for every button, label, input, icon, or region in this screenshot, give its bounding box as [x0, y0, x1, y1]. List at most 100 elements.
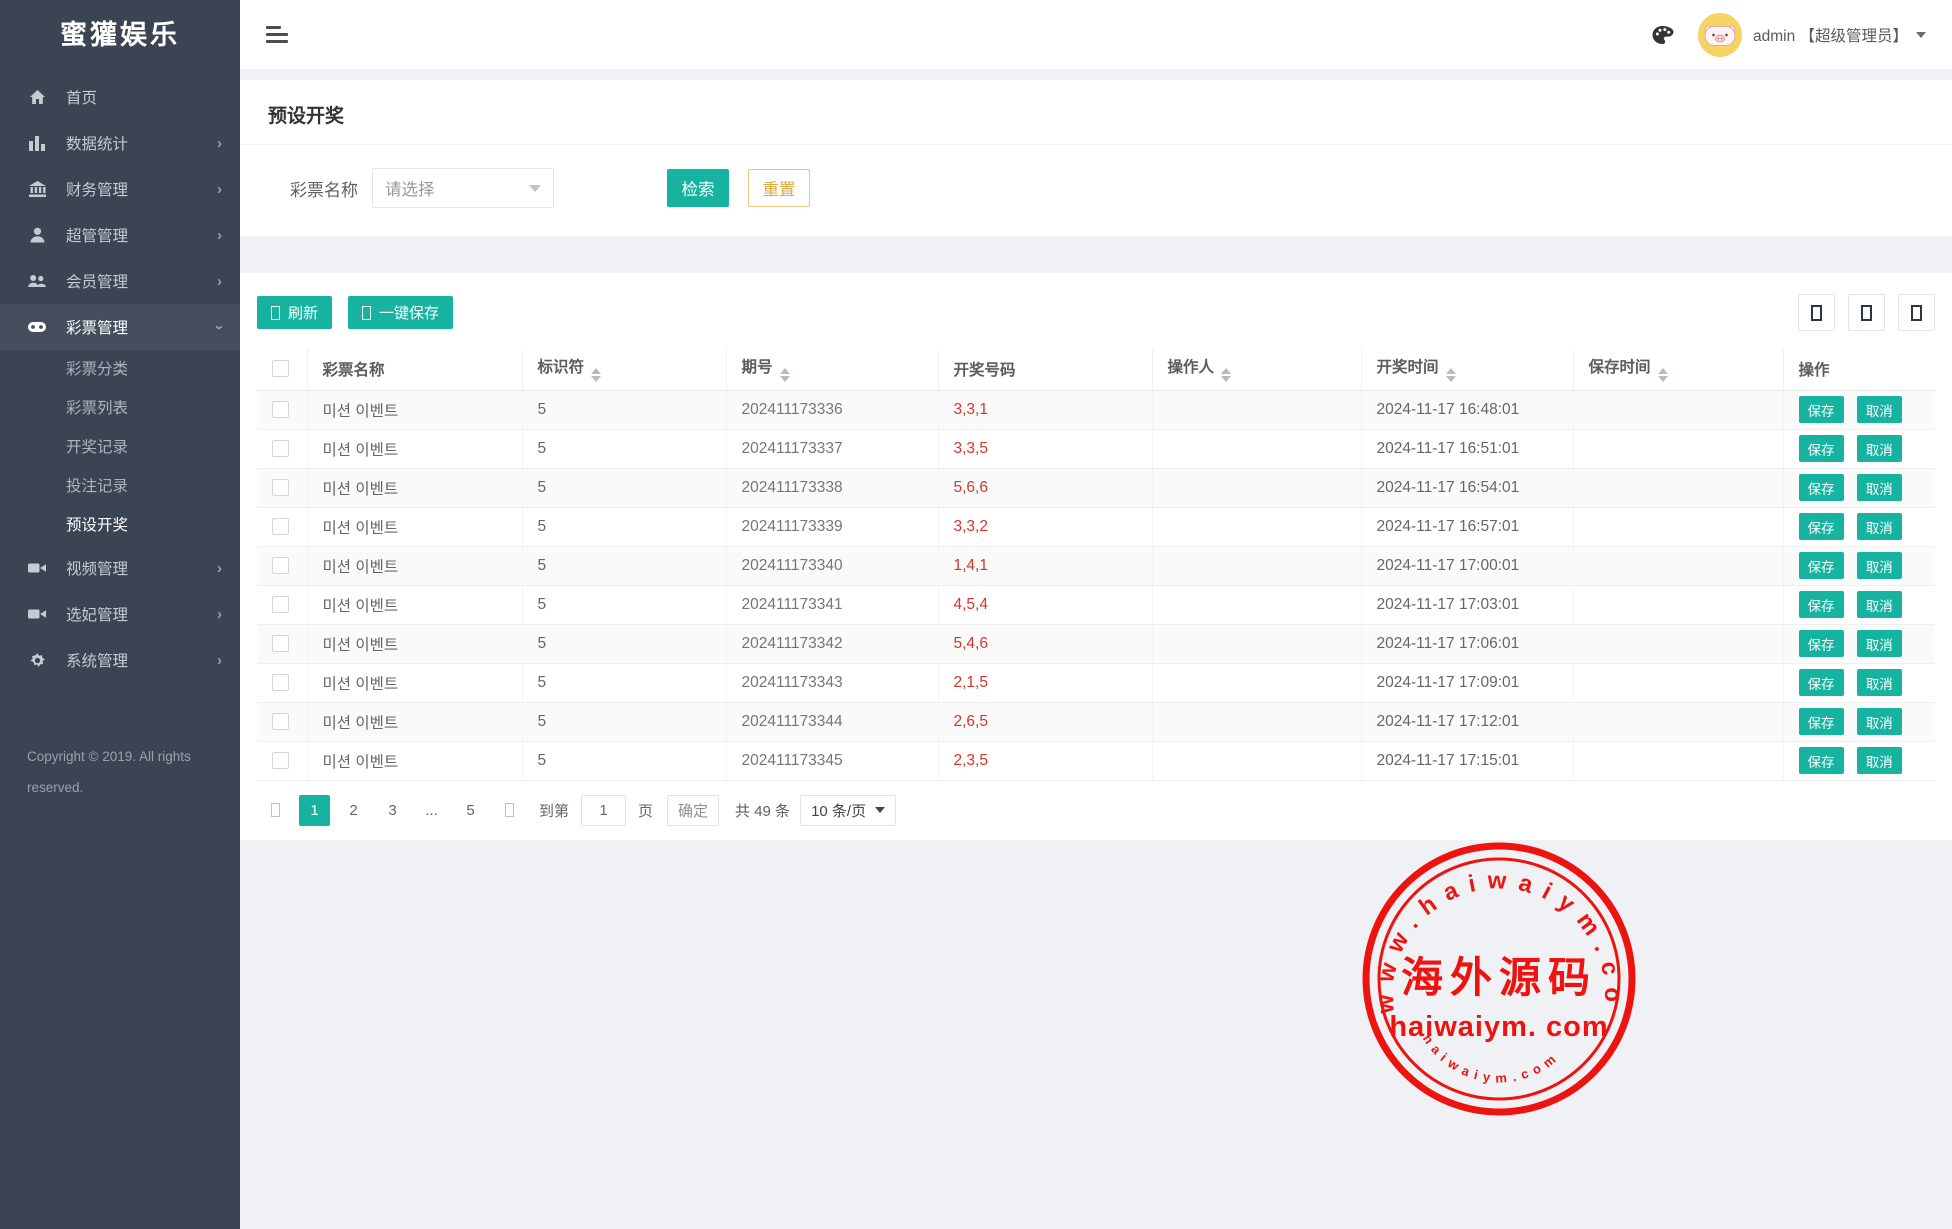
save-all-label: 一键保存: [379, 302, 439, 323]
sidebar-item-label: 会员管理: [66, 270, 128, 292]
page-number-button[interactable]: 3: [377, 795, 408, 826]
user-menu[interactable]: admin 【超级管理员】: [1753, 24, 1926, 46]
prev-page-button[interactable]: [260, 795, 291, 826]
sidebar-item-draw-records[interactable]: 开奖记录: [0, 428, 240, 467]
sort-icon[interactable]: [1221, 368, 1231, 382]
refresh-button[interactable]: 刷新: [257, 296, 332, 329]
filter-columns-button[interactable]: [1798, 294, 1835, 331]
per-page-label: 10 条/页: [811, 800, 866, 821]
row-save-button[interactable]: 保存: [1799, 591, 1844, 618]
next-page-button[interactable]: [494, 795, 525, 826]
col-numbers: 开奖号码: [938, 348, 1152, 390]
goto-confirm-button[interactable]: 确定: [667, 795, 719, 826]
save-all-button[interactable]: 一键保存: [348, 296, 453, 329]
save-icon: [362, 306, 371, 320]
sidebar-item-concubine[interactable]: 选妃管理 ›: [0, 591, 240, 637]
page-number-button[interactable]: 5: [455, 795, 486, 826]
row-save-button[interactable]: 保存: [1799, 747, 1844, 774]
sidebar-item-home[interactable]: 首页: [0, 74, 240, 120]
page-title: 预设开奖: [240, 80, 1952, 145]
hamburger-menu-icon[interactable]: [266, 26, 290, 43]
sidebar-item-lottery[interactable]: 彩票管理 ›: [0, 304, 240, 350]
row-cancel-button[interactable]: 取消: [1857, 435, 1902, 462]
col-operator: 操作人: [1152, 348, 1361, 390]
cell-lottery-name: 미션 이벤트: [307, 429, 522, 468]
lottery-name-select[interactable]: 请选择: [372, 168, 554, 208]
row-cancel-button[interactable]: 取消: [1857, 513, 1902, 540]
row-cancel-button[interactable]: 取消: [1857, 474, 1902, 501]
row-save-button[interactable]: 保存: [1799, 474, 1844, 501]
row-cancel-button[interactable]: 取消: [1857, 747, 1902, 774]
refresh-icon: [271, 306, 280, 320]
cell-identifier: 5: [522, 585, 726, 624]
sidebar-item-system[interactable]: 系统管理 ›: [0, 637, 240, 683]
row-save-button[interactable]: 保存: [1799, 435, 1844, 462]
cell-issue: 202411173342: [726, 624, 938, 663]
row-save-button[interactable]: 保存: [1799, 708, 1844, 735]
sidebar-item-stats[interactable]: 数据统计 ›: [0, 120, 240, 166]
cell-numbers: 2,1,5: [938, 663, 1152, 702]
row-cancel-button[interactable]: 取消: [1857, 552, 1902, 579]
row-cancel-button[interactable]: 取消: [1857, 708, 1902, 735]
row-save-button[interactable]: 保存: [1799, 513, 1844, 540]
sidebar-item-finance[interactable]: 财务管理 ›: [0, 166, 240, 212]
sidebar-item-members[interactable]: 会员管理 ›: [0, 258, 240, 304]
row-checkbox[interactable]: [272, 518, 289, 535]
row-checkbox[interactable]: [272, 674, 289, 691]
row-checkbox[interactable]: [272, 635, 289, 652]
row-save-button[interactable]: 保存: [1799, 669, 1844, 696]
row-cancel-button[interactable]: 取消: [1857, 396, 1902, 423]
page-number-button[interactable]: 1: [299, 795, 330, 826]
select-all-checkbox[interactable]: [272, 360, 289, 377]
row-cancel-button[interactable]: 取消: [1857, 630, 1902, 657]
row-checkbox[interactable]: [272, 479, 289, 496]
sidebar-item-label: 数据统计: [66, 132, 128, 154]
sidebar-item-lottery-category[interactable]: 彩票分类: [0, 350, 240, 389]
per-page-select[interactable]: 10 条/页: [800, 795, 896, 826]
sidebar-nav: 首页 数据统计 › 财务管理 › 超管管理 › 会员: [0, 74, 240, 683]
chevron-right-icon: ›: [217, 652, 222, 669]
row-checkbox[interactable]: [272, 557, 289, 574]
copyright-text: Copyright © 2019. All rights reserved.: [0, 741, 240, 803]
bank-icon: [27, 181, 47, 197]
table-row: 미션 이벤트 5 202411173341 4,5,4 2024-11-17 1…: [257, 585, 1935, 624]
cell-identifier: 5: [522, 429, 726, 468]
cell-lottery-name: 미션 이벤트: [307, 624, 522, 663]
export-button[interactable]: [1848, 294, 1885, 331]
row-cancel-button[interactable]: 取消: [1857, 591, 1902, 618]
row-checkbox[interactable]: [272, 401, 289, 418]
row-save-button[interactable]: 保存: [1799, 396, 1844, 423]
user-avatar[interactable]: [1698, 13, 1742, 57]
row-checkbox[interactable]: [272, 752, 289, 769]
row-cancel-button[interactable]: 取消: [1857, 669, 1902, 696]
watermark-bottom-text: haiwaiym.com: [1420, 1031, 1563, 1085]
sort-icon[interactable]: [1446, 368, 1456, 382]
table-row: 미션 이벤트 5 202411173340 1,4,1 2024-11-17 1…: [257, 546, 1935, 585]
page-number-button[interactable]: 2: [338, 795, 369, 826]
cell-draw-time: 2024-11-17 17:00:01: [1361, 546, 1573, 585]
cell-draw-time: 2024-11-17 17:06:01: [1361, 624, 1573, 663]
sidebar-item-admins[interactable]: 超管管理 ›: [0, 212, 240, 258]
row-save-button[interactable]: 保存: [1799, 630, 1844, 657]
sidebar-item-bet-records[interactable]: 投注记录: [0, 467, 240, 506]
sort-icon[interactable]: [591, 368, 601, 382]
print-button[interactable]: [1898, 294, 1935, 331]
data-table: 彩票名称 标识符 期号 开奖号码 操作人 开奖时间 保存时间 操作 미션 이벤트…: [257, 348, 1935, 781]
goto-page-input[interactable]: [581, 795, 626, 826]
row-checkbox[interactable]: [272, 440, 289, 457]
cell-operator: [1152, 546, 1361, 585]
cell-issue: 202411173340: [726, 546, 938, 585]
theme-palette-icon[interactable]: [1652, 25, 1674, 45]
sidebar-item-preset-draw[interactable]: 预设开奖: [0, 506, 240, 545]
cell-operator: [1152, 507, 1361, 546]
sort-icon[interactable]: [780, 368, 790, 382]
row-checkbox[interactable]: [272, 596, 289, 613]
sort-icon[interactable]: [1658, 368, 1668, 382]
sidebar-item-label: 选妃管理: [66, 603, 128, 625]
search-button[interactable]: 检索: [667, 169, 729, 207]
sidebar-item-video[interactable]: 视频管理 ›: [0, 545, 240, 591]
row-checkbox[interactable]: [272, 713, 289, 730]
reset-button[interactable]: 重置: [748, 169, 810, 207]
sidebar-item-lottery-list[interactable]: 彩票列表: [0, 389, 240, 428]
row-save-button[interactable]: 保存: [1799, 552, 1844, 579]
